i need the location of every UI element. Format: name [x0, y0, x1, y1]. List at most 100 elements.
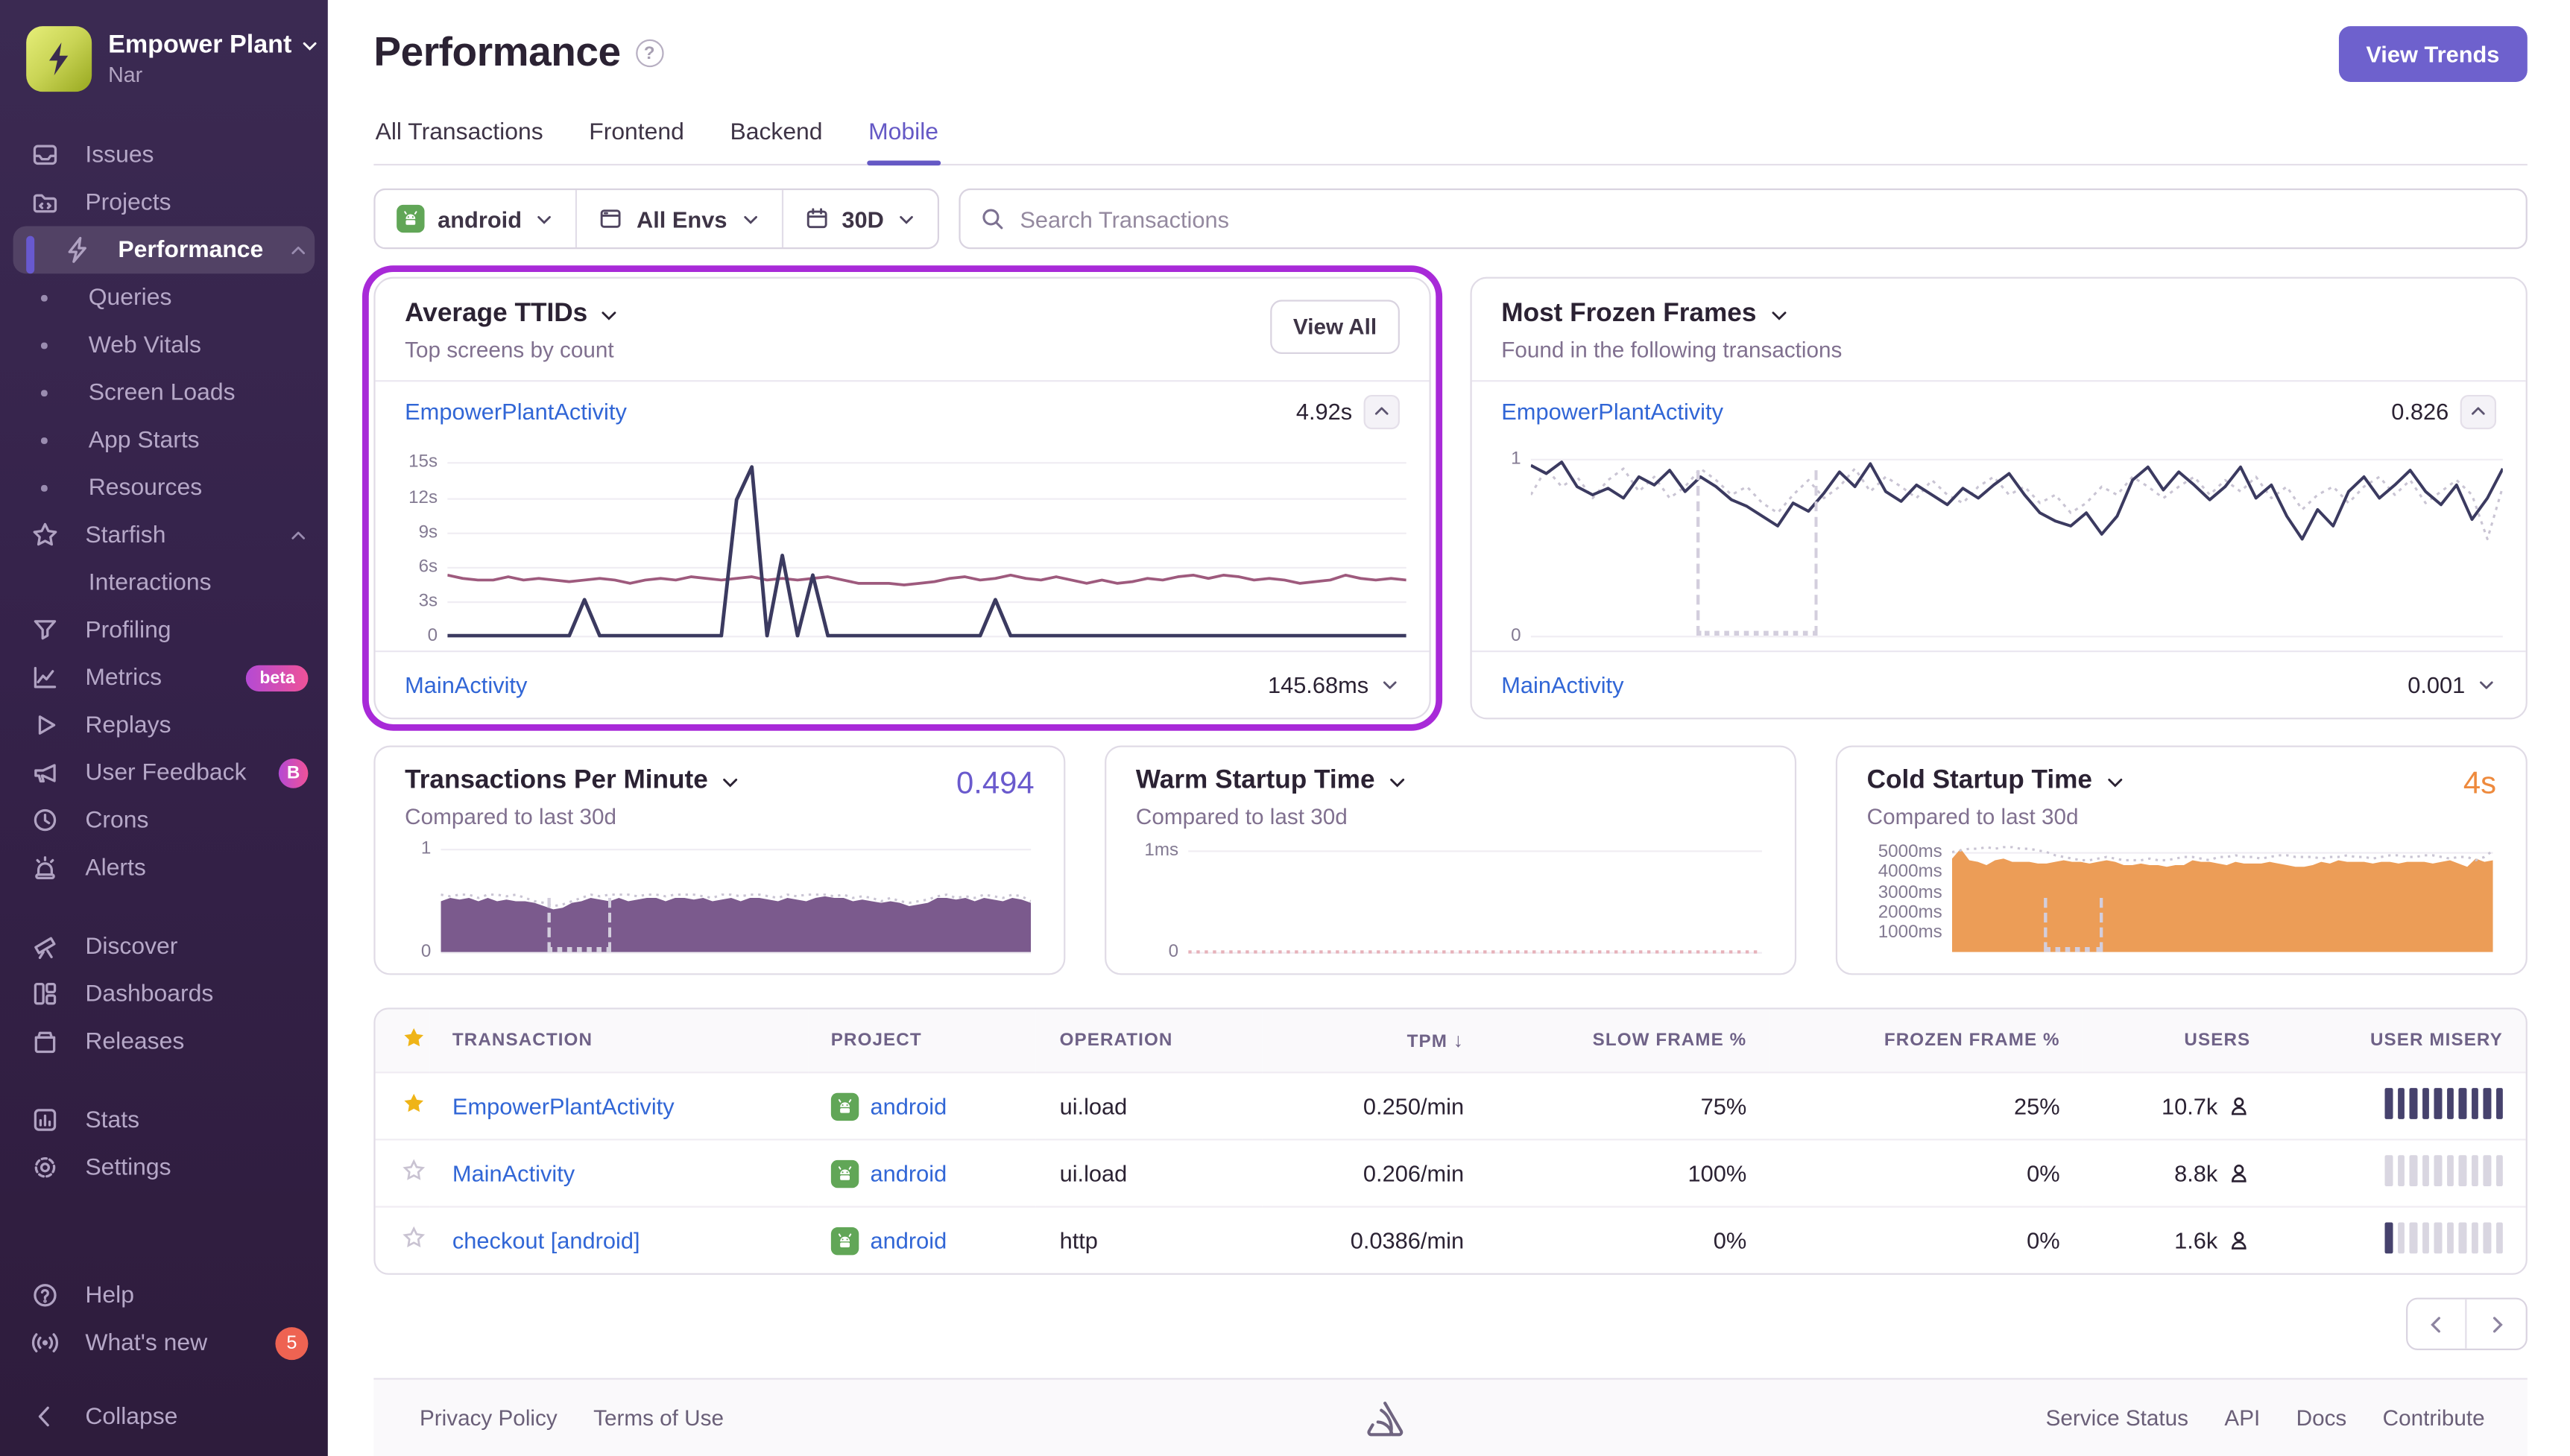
user-icon	[2232, 1232, 2247, 1250]
footer-link-docs[interactable]: Docs	[2296, 1406, 2347, 1431]
sidebar-item-label: What's new	[85, 1329, 208, 1356]
calendar-icon	[804, 206, 829, 231]
view-trends-button[interactable]: View Trends	[2337, 26, 2528, 82]
most-frozen-frames-panel: Most Frozen Frames Found in the followin…	[1470, 276, 2528, 720]
expand-row-button[interactable]	[2477, 675, 2496, 694]
star-outline-icon[interactable]	[402, 1159, 426, 1183]
star-icon[interactable]	[402, 1092, 426, 1116]
tpm-title[interactable]: Transactions Per Minute	[405, 767, 708, 797]
chevron-down-icon[interactable]	[2103, 771, 2125, 793]
tab-frontend[interactable]: Frontend	[587, 113, 686, 164]
ttids-panel-subtitle: Top screens by count	[405, 337, 614, 362]
transaction-link[interactable]: MainActivity	[1501, 672, 1623, 698]
footer-link-contribute[interactable]: Contribute	[2383, 1406, 2485, 1431]
table-header-row: Transaction Project Operation TPM ↓ Slow…	[375, 1009, 2526, 1073]
next-page-button[interactable]	[2466, 1299, 2526, 1349]
transaction-link[interactable]: EmpowerPlantActivity	[405, 398, 627, 424]
transaction-link[interactable]: checkout [android]	[452, 1227, 640, 1253]
chevron-down-icon[interactable]	[1386, 771, 1408, 793]
sidebar-item-label: User Feedback	[85, 759, 247, 786]
col-transaction[interactable]: Transaction	[429, 1010, 808, 1073]
sidebar-item-replays[interactable]: Replays	[0, 701, 328, 749]
chevron-down-icon[interactable]	[719, 771, 741, 793]
user-icon	[2232, 1097, 2247, 1115]
col-tpm[interactable]: TPM ↓	[1262, 1010, 1487, 1073]
page-help-icon[interactable]: ?	[635, 39, 663, 68]
col-operation[interactable]: Operation	[1037, 1010, 1262, 1073]
chevron-up-icon	[1374, 407, 1389, 415]
sidebar-item-web-vitals[interactable]: Web Vitals	[0, 321, 328, 369]
col-slow-frame[interactable]: Slow Frame %	[1487, 1010, 1769, 1073]
transaction-link[interactable]: EmpowerPlantActivity	[452, 1093, 675, 1119]
bullet-dot	[40, 294, 47, 301]
view-all-button[interactable]: View All	[1270, 300, 1400, 354]
date-range-filter[interactable]: 30D	[783, 190, 938, 247]
project-link[interactable]: android	[871, 1160, 947, 1186]
filter-bar: android All Envs 30D	[373, 188, 2528, 250]
sidebar-item-starfish[interactable]: Starfish	[0, 511, 328, 559]
sidebar-item-help[interactable]: Help	[0, 1271, 328, 1319]
environment-filter[interactable]: All Envs	[578, 190, 783, 248]
collapse-row-button[interactable]	[2460, 393, 2497, 429]
tab-mobile[interactable]: Mobile	[866, 113, 940, 166]
chevron-down-icon[interactable]	[1768, 304, 1790, 326]
project-link[interactable]: android	[871, 1227, 947, 1253]
collapse-row-button[interactable]	[1363, 393, 1400, 429]
sidebar-item-what-s-new[interactable]: What's new 5	[0, 1319, 328, 1367]
footer-link-terms-of-use[interactable]: Terms of Use	[593, 1406, 724, 1431]
sidebar-item-stats[interactable]: Stats	[0, 1096, 328, 1144]
y-axis-tick: 0	[1168, 942, 1179, 962]
footer-link-service-status[interactable]: Service Status	[2046, 1406, 2188, 1431]
col-frozen-frame[interactable]: Frozen Frame %	[1769, 1010, 2083, 1073]
sidebar: Empower Plant Nar Issues Projects Performa…	[0, 0, 328, 1456]
alerts-icon	[30, 854, 61, 881]
sidebar-item-alerts[interactable]: Alerts	[0, 843, 328, 891]
sidebar-item-metrics[interactable]: Metrics beta	[0, 653, 328, 701]
sidebar-item-projects[interactable]: Projects	[0, 179, 328, 227]
search-input[interactable]	[1020, 205, 2507, 232]
sidebar-item-app-starts[interactable]: App Starts	[0, 417, 328, 464]
sidebar-item-settings[interactable]: Settings	[0, 1144, 328, 1191]
sidebar-item-releases[interactable]: Releases	[0, 1018, 328, 1066]
sidebar-item-interactions[interactable]: Interactions	[0, 559, 328, 607]
org-switcher[interactable]: Empower Plant Nar	[0, 0, 328, 108]
footer-link-privacy-policy[interactable]: Privacy Policy	[420, 1406, 558, 1431]
sidebar-item-issues[interactable]: Issues	[0, 131, 328, 179]
sidebar-item-label: Projects	[85, 189, 171, 216]
star-outline-icon[interactable]	[402, 1226, 426, 1250]
cold-title[interactable]: Cold Startup Time	[1867, 767, 2092, 797]
sidebar-item-queries[interactable]: Queries	[0, 273, 328, 321]
sidebar-item-performance[interactable]: Performance	[0, 226, 328, 274]
col-users[interactable]: Users	[2083, 1010, 2273, 1073]
sidebar-nav: Issues Projects Performance Queries Web Vita…	[0, 131, 328, 1191]
tab-backend[interactable]: Backend	[728, 113, 824, 164]
transaction-link[interactable]: MainActivity	[452, 1160, 575, 1186]
sidebar-item-discover[interactable]: Discover	[0, 922, 328, 970]
footer-link-api[interactable]: API	[2224, 1406, 2260, 1431]
transaction-link[interactable]: EmpowerPlantActivity	[1501, 398, 1723, 424]
chevron-down-icon[interactable]	[599, 304, 621, 326]
page-title: Performance	[373, 29, 621, 76]
col-project[interactable]: Project	[808, 1010, 1037, 1073]
sidebar-item-user-feedback[interactable]: User Feedback B	[0, 749, 328, 797]
project-filter[interactable]: android	[376, 190, 578, 248]
project-link[interactable]: android	[871, 1093, 947, 1119]
ttids-panel-title[interactable]: Average TTIDs	[405, 300, 587, 329]
sidebar-item-profiling[interactable]: Profiling	[0, 607, 328, 654]
warm-title[interactable]: Warm Startup Time	[1136, 767, 1375, 797]
sidebar-item-resources[interactable]: Resources	[0, 463, 328, 511]
sidebar-item-crons[interactable]: Crons	[0, 797, 328, 844]
transaction-link[interactable]: MainActivity	[405, 672, 527, 698]
frozen-frames-chart: 10	[1472, 441, 2526, 651]
sidebar-item-screen-loads[interactable]: Screen Loads	[0, 369, 328, 417]
previous-page-button[interactable]	[2408, 1299, 2467, 1349]
sidebar-item-dashboards[interactable]: Dashboards	[0, 970, 328, 1018]
release-window-marker	[1696, 469, 1818, 636]
frozen-frame-cell: 0%	[2027, 1159, 2060, 1187]
android-platform-icon	[830, 1092, 859, 1121]
frozen-panel-title[interactable]: Most Frozen Frames	[1501, 300, 1756, 329]
sidebar-item-collapse[interactable]: Collapse	[0, 1393, 328, 1440]
col-user-misery[interactable]: User Misery	[2273, 1010, 2526, 1073]
expand-row-button[interactable]	[1380, 675, 1400, 694]
tab-all-transactions[interactable]: All Transactions	[373, 113, 544, 164]
